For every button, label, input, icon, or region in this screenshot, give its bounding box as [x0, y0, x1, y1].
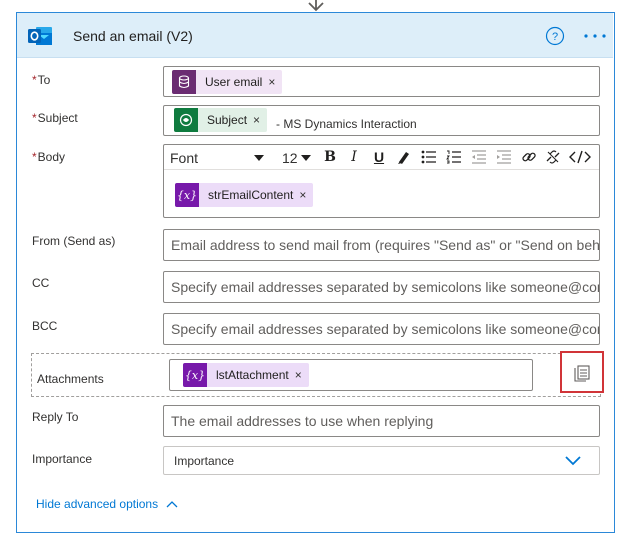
bullet-list-icon[interactable] — [420, 148, 438, 166]
send-email-action-card: Send an email (V2) ? *To User email × *S… — [16, 12, 615, 533]
code-view-icon[interactable] — [569, 148, 591, 166]
body-editor[interactable]: Font 12 B I U {x} strEmailContent × — [163, 144, 600, 218]
remove-token-icon[interactable]: × — [299, 188, 313, 202]
cc-input[interactable]: Specify email addresses separated by sem… — [163, 271, 600, 303]
importance-value: Importance — [174, 453, 235, 468]
rich-text-toolbar: Font 12 B I U — [164, 145, 599, 170]
bcc-placeholder: Specify email addresses separated by sem… — [171, 321, 599, 337]
chevron-up-icon — [166, 501, 178, 508]
caret-down-icon[interactable] — [254, 155, 264, 161]
remove-token-icon[interactable]: × — [295, 368, 309, 382]
underline-button[interactable]: U — [370, 148, 388, 166]
from-input[interactable]: Email address to send mail from (require… — [163, 229, 600, 261]
numbered-list-icon[interactable] — [445, 148, 463, 166]
svg-text:?: ? — [552, 31, 558, 43]
required-marker: * — [32, 150, 37, 164]
required-marker: * — [32, 73, 37, 87]
database-icon — [172, 70, 196, 94]
required-marker: * — [32, 111, 37, 125]
subject-label: *Subject — [32, 111, 78, 125]
attachments-input[interactable]: {x} lstAttachment × — [169, 359, 533, 391]
variable-icon: {x} — [175, 183, 199, 207]
caret-down-icon[interactable] — [301, 155, 311, 161]
cc-label: CC — [32, 276, 50, 290]
outlook-logo — [28, 27, 52, 45]
increase-indent-icon[interactable] — [495, 148, 513, 166]
highlight-pen-icon[interactable] — [395, 148, 413, 166]
cc-placeholder: Specify email addresses separated by sem… — [171, 279, 599, 295]
hide-advanced-options-link[interactable]: Hide advanced options — [36, 497, 178, 511]
to-label: *To — [32, 73, 51, 87]
to-field[interactable]: User email × — [163, 66, 600, 97]
attachments-label: Attachments — [37, 372, 104, 386]
remove-link-icon[interactable] — [544, 148, 562, 166]
italic-button[interactable]: I — [345, 148, 363, 166]
more-ellipsis-icon[interactable] — [583, 33, 607, 39]
dynamics-icon — [174, 108, 198, 132]
from-label: From (Send as) — [32, 234, 116, 248]
font-family-select[interactable]: Font — [170, 150, 198, 166]
flow-arrow-down-icon — [308, 0, 324, 12]
user-email-token[interactable]: User email × — [172, 70, 283, 94]
importance-label: Importance — [32, 452, 93, 466]
token-label: Subject — [207, 113, 248, 127]
reply-to-placeholder: The email addresses to use when replying — [171, 413, 434, 429]
remove-token-icon[interactable]: × — [268, 75, 282, 89]
remove-token-icon[interactable]: × — [253, 113, 267, 127]
array-input-icon — [574, 365, 590, 382]
insert-link-icon[interactable] — [520, 148, 538, 166]
subject-token[interactable]: Subject × — [174, 108, 268, 132]
card-header[interactable]: Send an email (V2) ? — [17, 13, 613, 58]
token-label: strEmailContent — [208, 188, 294, 202]
reply-to-label: Reply To — [32, 410, 79, 424]
chevron-down-icon — [565, 456, 581, 466]
body-label: *Body — [32, 150, 66, 164]
bcc-input[interactable]: Specify email addresses separated by sem… — [163, 313, 600, 345]
subject-field[interactable]: Subject × - MS Dynamics Interaction — [163, 105, 600, 136]
importance-dropdown[interactable]: Importance — [163, 446, 600, 475]
subject-text: - MS Dynamics Interaction — [276, 117, 417, 131]
font-size-select[interactable]: 12 — [282, 150, 298, 166]
bcc-label: BCC — [32, 319, 58, 333]
card-title: Send an email (V2) — [73, 28, 193, 44]
lst-attachment-token[interactable]: {x} lstAttachment × — [183, 363, 309, 387]
reply-to-input[interactable]: The email addresses to use when replying — [163, 405, 600, 437]
variable-icon: {x} — [183, 363, 207, 387]
switch-to-array-input-button[interactable] — [560, 351, 604, 393]
token-label: lstAttachment — [216, 368, 289, 382]
from-placeholder: Email address to send mail from (require… — [171, 237, 599, 253]
help-circle-icon[interactable]: ? — [545, 26, 565, 46]
bold-button[interactable]: B — [321, 148, 339, 166]
token-label: User email — [205, 75, 263, 89]
str-email-content-token[interactable]: {x} strEmailContent × — [175, 183, 314, 207]
decrease-indent-icon[interactable] — [470, 148, 488, 166]
